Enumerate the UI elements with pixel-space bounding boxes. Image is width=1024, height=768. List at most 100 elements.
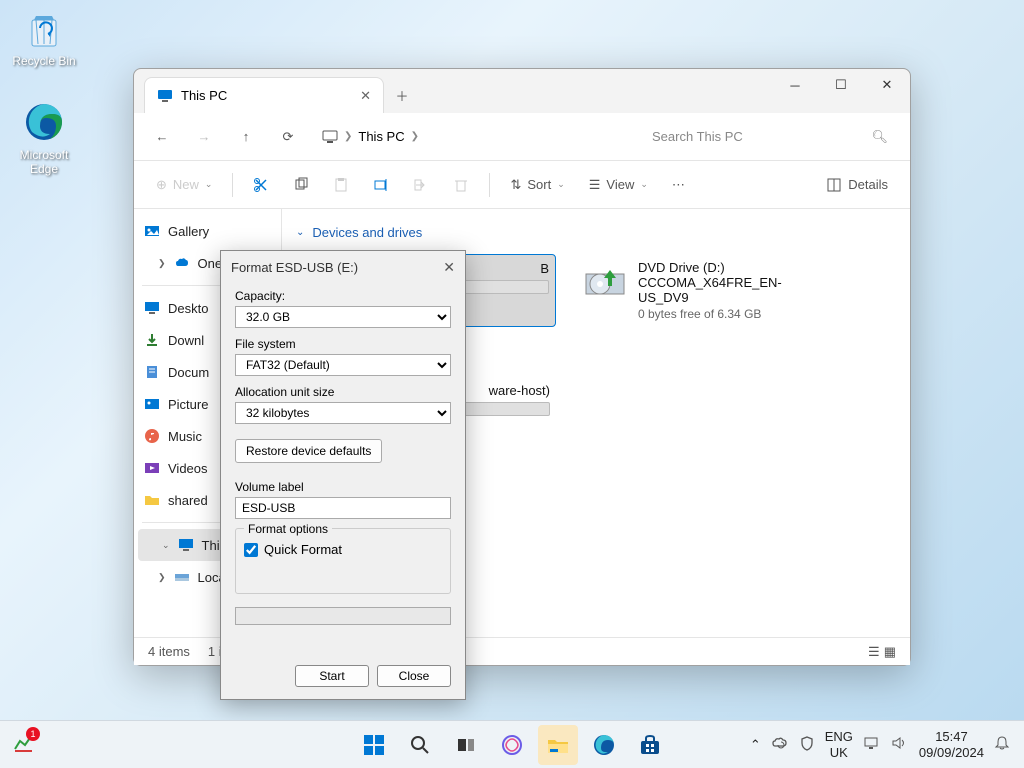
trash-icon (453, 177, 469, 193)
cut-button[interactable] (243, 167, 279, 203)
breadcrumb-thispc[interactable]: This PC (358, 129, 404, 144)
edge-label: Microsoft Edge (6, 148, 82, 176)
edge-icon (22, 100, 66, 144)
folder-icon (144, 492, 160, 508)
dvd-icon (582, 260, 628, 306)
onedrive-tray-icon[interactable] (771, 734, 789, 755)
details-icon (826, 177, 842, 193)
scissors-icon (253, 177, 269, 193)
chevron-right-icon: ❯ (344, 131, 352, 142)
edge-taskbar-button[interactable] (584, 725, 624, 765)
toolbar: ⊕ New ⌄ ⇅ Sort ⌄ ☰ View ⌄ ⋯ Details (134, 161, 910, 209)
document-icon (144, 364, 160, 380)
volume-label-input[interactable] (235, 497, 451, 519)
drive-icon (174, 569, 190, 585)
back-button[interactable]: ← (144, 119, 180, 155)
copy-button[interactable] (283, 167, 319, 203)
clock[interactable]: 15:4709/09/2024 (919, 729, 984, 760)
view-button[interactable]: ☰ View ⌄ (579, 167, 658, 203)
forward-button: → (186, 119, 222, 155)
paste-icon (333, 177, 349, 193)
desktop-icon-recyclebin[interactable]: Recycle Bin (6, 6, 82, 68)
sort-button[interactable]: ⇅ Sort ⌄ (500, 167, 574, 203)
details-button[interactable]: Details (816, 167, 898, 203)
monitor-icon (178, 537, 194, 553)
window-close-button[interactable]: ✕ (864, 69, 910, 101)
capacity-select[interactable]: 32.0 GB (235, 306, 451, 328)
taskview-button[interactable] (446, 725, 486, 765)
chevron-right-icon: ❯ (411, 131, 419, 142)
view-grid-icon[interactable]: ▦ (884, 644, 896, 660)
copilot-button[interactable] (492, 725, 532, 765)
quick-format-checkbox[interactable]: Quick Format (244, 542, 442, 557)
dialog-titlebar[interactable]: Format ESD-USB (E:) ✕ (221, 251, 465, 283)
tab-close-icon[interactable]: ✕ (360, 88, 371, 104)
rename-icon (373, 177, 389, 193)
up-button[interactable]: ↑ (228, 119, 264, 155)
address-bar: ← → ↑ ⟳ ❯ This PC ❯ Search This PC 🔍︎ (134, 113, 910, 161)
start-button[interactable] (354, 725, 394, 765)
monitor-icon (157, 88, 173, 104)
desktop-icon (144, 300, 160, 316)
sidebar-item-gallery[interactable]: Gallery (134, 215, 281, 247)
store-taskbar-button[interactable] (630, 725, 670, 765)
taskbar-stocks-icon[interactable] (12, 731, 36, 758)
delete-button (443, 167, 479, 203)
dvd-name: DVD Drive (D:) (638, 260, 830, 275)
network-tray-icon[interactable] (863, 735, 881, 754)
video-icon (144, 460, 160, 476)
dvd-free: 0 bytes free of 6.34 GB (638, 307, 830, 321)
maximize-button[interactable]: ☐ (818, 69, 864, 101)
breadcrumb[interactable]: ❯ This PC ❯ (312, 121, 634, 153)
share-button (403, 167, 439, 203)
volume-tray-icon[interactable] (891, 735, 909, 754)
recyclebin-icon (22, 6, 66, 50)
pictures-icon (144, 396, 160, 412)
taskbar: ⌃ ENGUK 15:4709/09/2024 (0, 720, 1024, 768)
capacity-label: Capacity: (235, 289, 451, 303)
format-progress (235, 607, 451, 625)
dialog-title: Format ESD-USB (E:) (231, 260, 358, 275)
gallery-icon (144, 223, 160, 239)
section-devices[interactable]: ⌄ Devices and drives (296, 219, 896, 246)
close-button[interactable]: Close (377, 665, 451, 687)
allocation-label: Allocation unit size (235, 385, 451, 399)
new-tab-button[interactable]: ＋ (384, 77, 420, 113)
dialog-close-icon[interactable]: ✕ (443, 259, 455, 276)
share-icon (413, 177, 429, 193)
notifications-tray-icon[interactable] (994, 735, 1010, 754)
search-input[interactable]: Search This PC 🔍︎ (640, 121, 900, 153)
new-button: ⊕ New ⌄ (146, 167, 222, 203)
security-tray-icon[interactable] (799, 735, 815, 754)
filesystem-label: File system (235, 337, 451, 351)
search-icon: 🔍︎ (871, 129, 888, 145)
view-list-icon[interactable]: ☰ (868, 644, 880, 660)
refresh-button[interactable]: ⟳ (270, 119, 306, 155)
tab-bar: This PC ✕ ＋ ─ ☐ ✕ (134, 69, 910, 113)
download-icon (144, 332, 160, 348)
filesystem-select[interactable]: FAT32 (Default) (235, 354, 451, 376)
start-button[interactable]: Start (295, 665, 369, 687)
cloud-icon (174, 255, 190, 271)
more-button[interactable]: ⋯ (662, 167, 695, 203)
drive-dvd[interactable]: DVD Drive (D:) CCCOMA_X64FRE_EN-US_DV9 0… (576, 254, 836, 327)
tray-chevron-icon[interactable]: ⌃ (750, 737, 761, 753)
search-placeholder: Search This PC (652, 129, 743, 144)
format-options-legend: Format options (244, 522, 332, 536)
desktop-icon-edge[interactable]: Microsoft Edge (6, 100, 82, 176)
recyclebin-label: Recycle Bin (12, 54, 75, 68)
minimize-button[interactable]: ─ (772, 69, 818, 101)
rename-button[interactable] (363, 167, 399, 203)
monitor-icon (322, 129, 338, 145)
restore-defaults-button[interactable]: Restore device defaults (235, 439, 382, 463)
paste-button (323, 167, 359, 203)
volume-label-label: Volume label (235, 480, 451, 494)
tab-thispc[interactable]: This PC ✕ (144, 77, 384, 113)
allocation-select[interactable]: 32 kilobytes (235, 402, 451, 424)
music-icon (144, 428, 160, 444)
explorer-taskbar-button[interactable] (538, 725, 578, 765)
language-indicator[interactable]: ENGUK (825, 729, 853, 760)
tab-title: This PC (181, 88, 227, 103)
chevron-down-icon: ⌄ (296, 227, 304, 238)
search-button[interactable] (400, 725, 440, 765)
